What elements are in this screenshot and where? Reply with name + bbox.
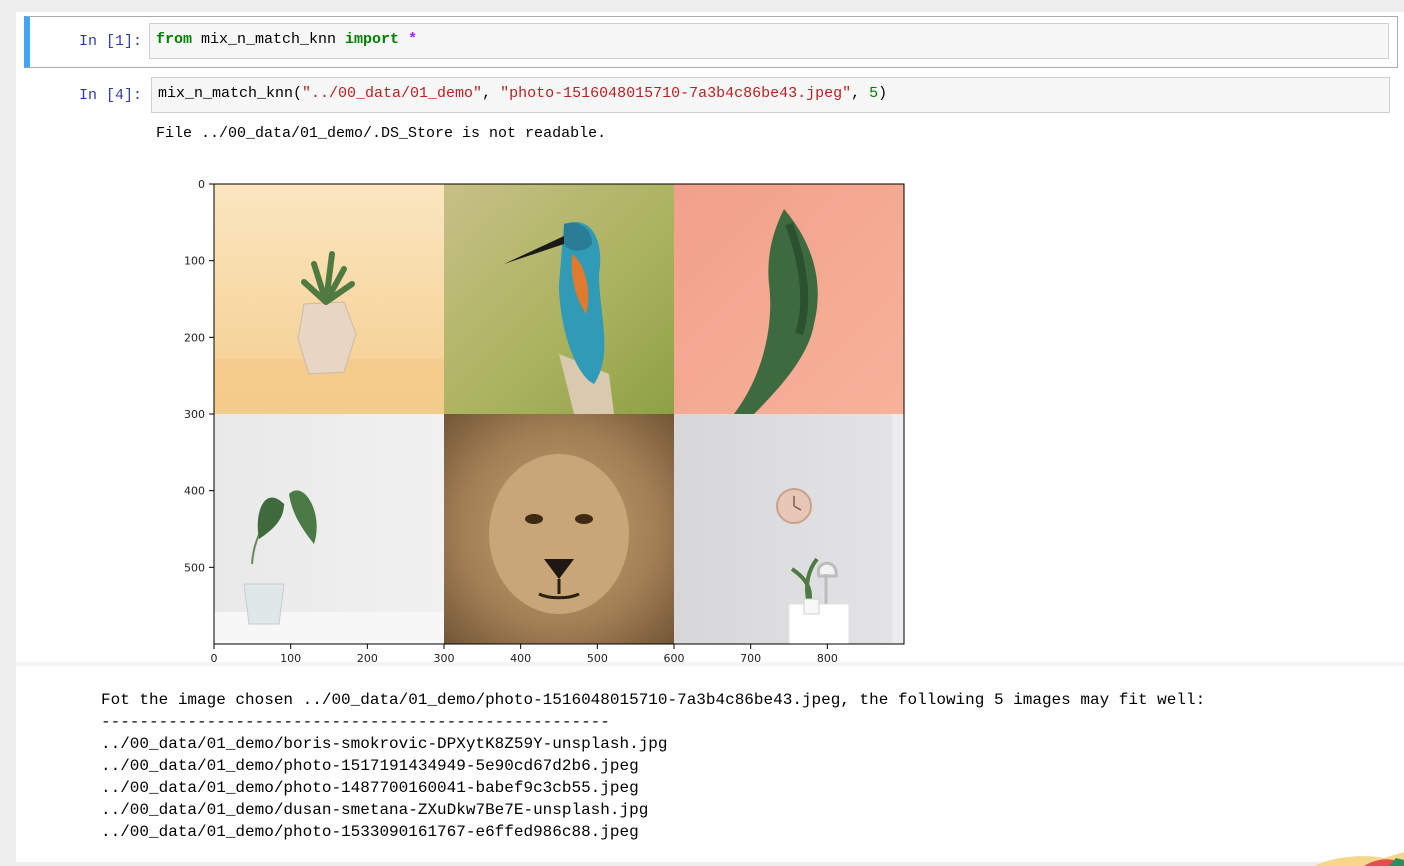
stderr-output: File ../00_data/01_demo/.DS_Store is not… <box>156 125 607 142</box>
y-tick-label: 100 <box>184 255 205 268</box>
image-leaves <box>214 414 444 644</box>
result-file: ../00_data/01_demo/photo-1533090161767-e… <box>101 823 639 841</box>
image-grid-plot: 0 100 200 300 400 500 600 700 800 01002003004005… <box>184 178 905 664</box>
y-tick-label: 300 <box>184 408 205 421</box>
result-file: ../00_data/01_demo/boris-smokrovic-DPXyt… <box>101 735 668 753</box>
module-name: mix_n_match_knn <box>192 31 346 48</box>
y-tick-label: 200 <box>184 331 205 344</box>
number-arg-k: 5 <box>869 85 879 102</box>
code-input[interactable]: from mix_n_match_knn import * <box>149 23 1389 59</box>
string-arg-folder: "../00_data/01_demo" <box>302 85 483 102</box>
comma: , <box>851 85 870 102</box>
image-pine <box>674 184 904 414</box>
code-cell-call[interactable]: In [4]: mix_n_match_knn("../00_data/01_d… <box>24 72 1398 113</box>
image-lion <box>444 414 674 644</box>
image-clock-room <box>674 414 904 645</box>
print-output: Fot the image chosen ../00_data/01_demo/… <box>16 666 1404 862</box>
y-tick-label: 500 <box>184 561 205 574</box>
code-input[interactable]: mix_n_match_knn("../00_data/01_demo", "p… <box>151 77 1390 113</box>
string-arg-image: "photo-1516048015710-7a3b4c86be43.jpeg" <box>500 85 852 102</box>
cell-prompt: In [4]: <box>78 87 142 104</box>
y-tick-label: 400 <box>184 485 205 498</box>
notebook-container: In [1]: from mix_n_match_knn import * In… <box>16 12 1404 862</box>
corner-logo-icon <box>1314 852 1404 866</box>
image-succulent <box>214 184 444 414</box>
code-cell-import[interactable]: In [1]: from mix_n_match_knn import * <box>24 16 1398 68</box>
cell-prompt: In [1]: <box>78 33 142 50</box>
comma: , <box>482 85 501 102</box>
result-file: ../00_data/01_demo/photo-1517191434949-5… <box>101 757 639 775</box>
result-file: ../00_data/01_demo/dusan-smetana-ZXuDkw7… <box>101 801 649 819</box>
result-header: Fot the image chosen ../00_data/01_demo/… <box>101 691 1206 709</box>
image-kingfisher <box>444 184 674 414</box>
keyword-import: import <box>345 31 400 48</box>
import-star: * <box>399 31 418 48</box>
keyword-from: from <box>156 31 193 48</box>
result-separator: ----------------------------------------… <box>101 713 610 731</box>
y-tick-label: 0 <box>198 178 205 191</box>
result-file: ../00_data/01_demo/photo-1487700160041-b… <box>101 779 639 797</box>
close-paren: ) <box>878 85 888 102</box>
function-call: mix_n_match_knn( <box>158 85 303 102</box>
